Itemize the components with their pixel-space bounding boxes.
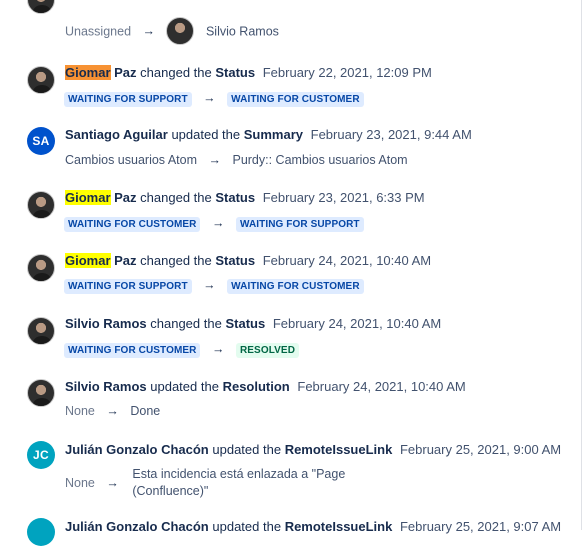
field-name: Status [215,65,256,80]
status-change: WAITING FOR SUPPORT → WAITING FOR CUSTOM… [64,277,364,294]
status-lozenge: WAITING FOR CUSTOMER [64,343,201,358]
change-from: None [65,476,95,490]
status-lozenge: WAITING FOR SUPPORT [64,279,192,294]
actor-first-name: Giomar [65,65,111,80]
change-to[interactable]: Esta incidencia está enlazada a "Page (C… [132,466,372,500]
arrow-icon: → [203,91,216,105]
actor-first-name: Giomar [65,190,111,205]
user-avatar[interactable]: SA [27,127,55,155]
actor-name[interactable]: Julián Gonzalo Chacón [65,442,209,457]
entry-header: Giomar Paz changed the Status February 2… [65,65,432,81]
entry-header: Giomar Paz changed the Status February 2… [65,190,425,206]
action-verb: updated the [171,127,241,142]
summary-change: Cambios usuarios Atom → Purdy:: Cambios … [65,152,408,168]
assignee-change: Unassigned → Silvio Ramos [65,17,279,46]
actor-name[interactable]: Silvio Ramos [65,316,147,331]
actor-name[interactable]: Silvio Ramos [65,379,147,394]
timestamp[interactable]: February 23, 2021, 9:44 AM [311,127,472,142]
field-name: Status [225,316,266,331]
action-verb: changed the [140,190,212,205]
actor-name[interactable]: Santiago Aguilar [65,127,168,142]
change-to: Purdy:: Cambios usuarios Atom [232,153,408,167]
action-verb: changed the [140,65,212,80]
remote-link-change: None → Esta incidencia está enlazada a "… [65,466,372,500]
timestamp[interactable]: February 24, 2021, 10:40 AM [297,379,465,394]
user-avatar[interactable] [27,66,55,94]
user-avatar[interactable] [27,317,55,345]
status-lozenge: WAITING FOR CUSTOMER [64,217,201,232]
user-avatar[interactable]: JC [27,441,55,469]
field-name: RemoteIssueLink [284,519,393,534]
user-avatar[interactable] [166,17,195,45]
actor-name[interactable]: Giomar Paz [65,65,137,80]
entry-header: Julián Gonzalo Chacón updated the Remote… [65,442,561,458]
status-lozenge: WAITING FOR SUPPORT [235,217,364,232]
status-change: WAITING FOR CUSTOMER → RESOLVED [64,341,300,358]
entry-header: Santiago Aguilar updated the Summary Feb… [65,127,472,143]
timestamp[interactable]: February 25, 2021, 9:07 AM [400,519,561,534]
action-verb: updated the [212,442,282,457]
change-to-user[interactable]: Silvio Ramos [206,24,279,38]
status-change: WAITING FOR SUPPORT → WAITING FOR CUSTOM… [64,90,364,107]
actor-name[interactable]: Giomar Paz [65,190,137,205]
field-name: RemoteIssueLink [284,442,393,457]
field-name: Status [215,190,256,205]
actor-last-name: Paz [114,253,137,268]
status-lozenge: WAITING FOR CUSTOMER [227,279,364,294]
action-verb: updated the [150,379,219,394]
arrow-icon: → [106,404,119,418]
actor-last-name: Paz [114,190,137,205]
arrow-icon: → [106,476,119,490]
arrow-icon: → [142,24,156,39]
change-from: None [65,404,95,418]
timestamp[interactable]: February 24, 2021, 10:40 AM [273,316,441,331]
status-lozenge: RESOLVED [235,343,300,358]
entry-header: Giomar Paz changed the Status February 2… [65,253,431,269]
arrow-icon: → [211,216,225,230]
timestamp[interactable]: February 23, 2021, 6:33 PM [263,190,425,205]
timestamp[interactable]: February 24, 2021, 10:40 AM [263,253,431,268]
change-to: Done [130,404,161,418]
user-avatar[interactable] [27,0,55,14]
status-lozenge: WAITING FOR CUSTOMER [227,92,364,107]
actor-name[interactable]: Julián Gonzalo Chacón [65,519,209,534]
arrow-icon: → [203,278,216,292]
action-verb: changed the [140,253,212,268]
field-name: Status [215,253,256,268]
entry-header: Julián Gonzalo Chacón updated the Remote… [65,519,561,535]
actor-last-name: Paz [114,65,137,80]
arrow-icon: → [211,342,225,356]
user-avatar[interactable] [27,254,55,282]
resolution-change: None → Done [65,403,160,419]
user-avatar[interactable] [27,191,55,219]
change-from: Unassigned [65,24,132,39]
entry-header: Silvio Ramos updated the Resolution Febr… [65,379,466,395]
action-verb: updated the [212,519,282,534]
timestamp[interactable]: February 22, 2021, 12:09 PM [263,65,432,80]
status-change: WAITING FOR CUSTOMER → WAITING FOR SUPPO… [64,215,364,232]
change-from: Cambios usuarios Atom [65,153,198,167]
user-avatar[interactable] [27,518,55,546]
status-lozenge: WAITING FOR SUPPORT [64,92,192,107]
field-name: Summary [243,127,303,142]
entry-header: Silvio Ramos changed the Status February… [65,316,441,332]
user-avatar[interactable] [27,379,55,407]
actor-first-name: Giomar [65,253,111,268]
arrow-icon: → [208,153,222,167]
history-feed: Unassigned → Silvio Ramos Giomar Paz cha… [0,0,580,546]
field-name: Resolution [222,379,290,394]
actor-name[interactable]: Giomar Paz [65,253,137,268]
timestamp[interactable]: February 25, 2021, 9:00 AM [400,442,561,457]
action-verb: changed the [150,316,222,331]
